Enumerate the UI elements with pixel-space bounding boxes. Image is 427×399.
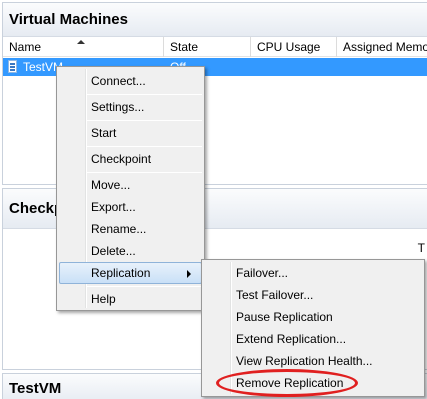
virtual-machines-title: Virtual Machines bbox=[9, 11, 128, 28]
menu-separator bbox=[87, 172, 202, 173]
sort-ascending-icon bbox=[77, 40, 85, 44]
testvm-title: TestVM bbox=[9, 380, 62, 397]
submenu-item-view-replication-health[interactable]: View Replication Health... bbox=[204, 350, 422, 372]
menu-separator bbox=[87, 94, 202, 95]
menu-item-connect[interactable]: Connect... bbox=[59, 70, 202, 92]
vm-icon bbox=[8, 60, 17, 73]
column-header-assigned-memory[interactable]: Assigned Memo bbox=[337, 37, 427, 57]
checkpoints-truncated-text: T bbox=[417, 241, 425, 255]
menu-item-move[interactable]: Move... bbox=[59, 174, 202, 196]
menu-item-checkpoint[interactable]: Checkpoint bbox=[59, 148, 202, 170]
submenu-arrow-icon bbox=[187, 270, 191, 278]
menu-separator bbox=[87, 286, 202, 287]
menu-item-replication-label: Replication bbox=[91, 266, 151, 280]
vm-context-menu: Connect... Settings... Start Checkpoint … bbox=[56, 66, 205, 311]
menu-separator bbox=[87, 146, 202, 147]
menu-separator bbox=[87, 120, 202, 121]
column-header-name[interactable]: Name bbox=[3, 37, 164, 57]
submenu-item-extend-replication[interactable]: Extend Replication... bbox=[204, 328, 422, 350]
highlight-ellipse bbox=[216, 369, 358, 397]
menu-item-replication[interactable]: Replication bbox=[59, 262, 202, 284]
column-header-cpu-usage[interactable]: CPU Usage bbox=[251, 37, 337, 57]
submenu-item-failover[interactable]: Failover... bbox=[204, 262, 422, 284]
menu-item-help[interactable]: Help bbox=[59, 288, 202, 310]
submenu-item-pause-replication[interactable]: Pause Replication bbox=[204, 306, 422, 328]
submenu-item-test-failover[interactable]: Test Failover... bbox=[204, 284, 422, 306]
menu-item-rename[interactable]: Rename... bbox=[59, 218, 202, 240]
menu-item-start[interactable]: Start bbox=[59, 122, 202, 144]
menu-item-export[interactable]: Export... bbox=[59, 196, 202, 218]
virtual-machines-header: Virtual Machines bbox=[3, 3, 427, 37]
column-header-state[interactable]: State bbox=[164, 37, 251, 57]
menu-item-settings[interactable]: Settings... bbox=[59, 96, 202, 118]
menu-item-delete[interactable]: Delete... bbox=[59, 240, 202, 262]
column-header-row: Name State CPU Usage Assigned Memo bbox=[3, 37, 427, 57]
